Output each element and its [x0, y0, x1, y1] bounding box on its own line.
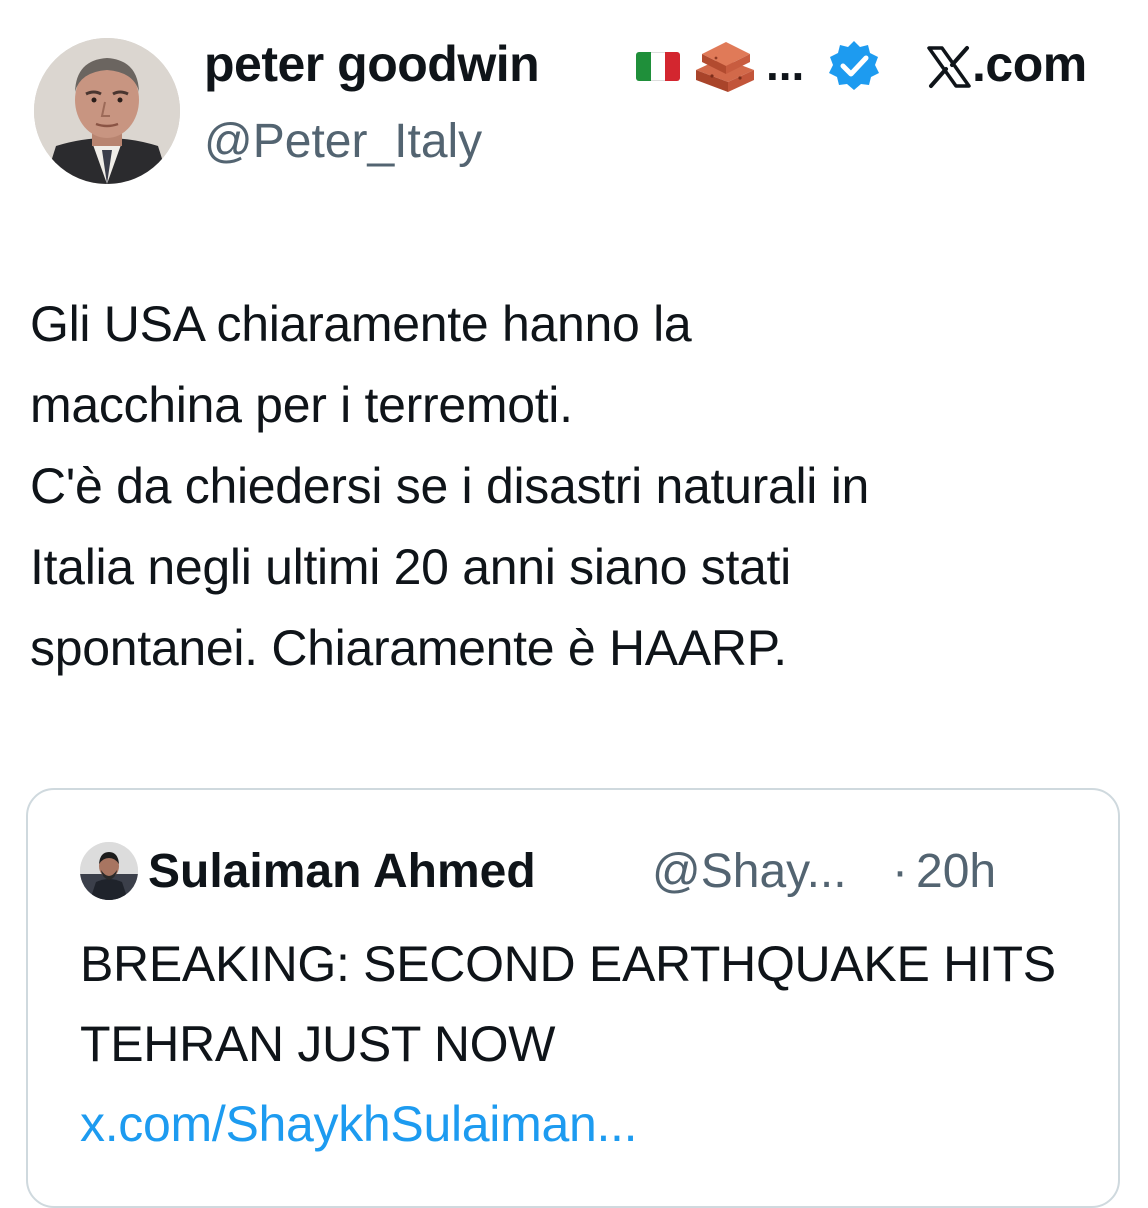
quoted-author-avatar[interactable]: [80, 842, 138, 900]
italy-flag-icon: [636, 52, 680, 81]
quoted-tweet-timestamp[interactable]: 20h: [916, 840, 996, 904]
site-label: .com: [972, 36, 1087, 92]
quoted-author-handle[interactable]: @Shay...: [652, 840, 847, 904]
separator-dot: ·: [892, 845, 908, 898]
quoted-author-display-name[interactable]: Sulaiman Ahmed: [148, 840, 536, 904]
quoted-tweet-card[interactable]: Sulaiman Ahmed @Shay... · 20h BREAKING: …: [26, 788, 1120, 1208]
quoted-tweet-body: BREAKING: SECOND EARTHQUAKE HITS TEHRAN …: [80, 936, 1056, 1072]
author-handle[interactable]: @Peter_Italy: [204, 112, 482, 172]
quoted-tweet-text: BREAKING: SECOND EARTHQUAKE HITS TEHRAN …: [80, 924, 1090, 1164]
person-portrait-icon: [80, 842, 138, 900]
tweet-text: Gli USA chiaramente hanno la macchina pe…: [30, 296, 870, 676]
x-logo-icon: [927, 46, 971, 88]
verified-badge-icon: [829, 41, 879, 90]
name-ellipsis: ...: [766, 38, 805, 90]
person-portrait-icon: [34, 38, 180, 184]
tweet-card: peter goodwin ... .com @Peter_Italy Gli …: [0, 0, 1148, 1208]
author-avatar[interactable]: [34, 38, 180, 184]
author-display-name[interactable]: peter goodwin: [204, 32, 540, 96]
brick-icon: [696, 42, 754, 92]
quoted-tweet-link[interactable]: x.com/ShaykhSulaiman...: [80, 1096, 638, 1152]
